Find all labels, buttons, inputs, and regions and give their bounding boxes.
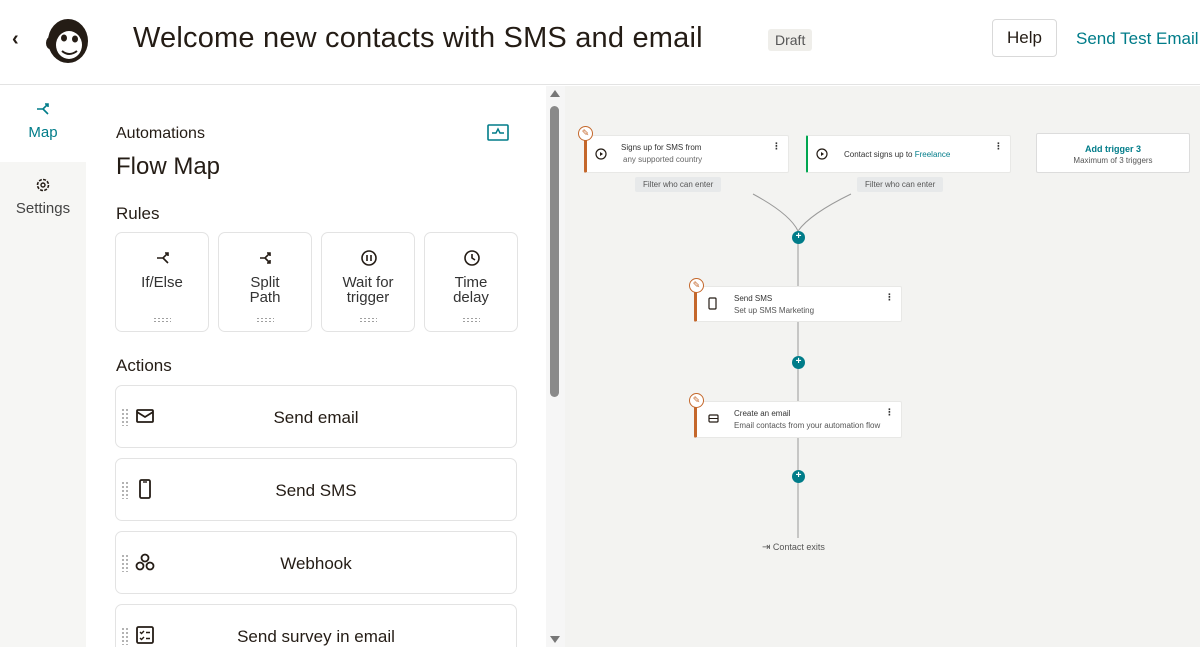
- scroll-down-arrow-icon[interactable]: [550, 636, 560, 643]
- step-card-create-email[interactable]: Create an email Email contacts from your…: [694, 401, 902, 438]
- filter-who-can-enter-button[interactable]: Filter who can enter: [635, 177, 722, 192]
- drag-handle-icon[interactable]: [462, 317, 480, 323]
- flow-canvas[interactable]: Signs up for SMS from any supported coun…: [565, 86, 1200, 647]
- back-chevron-icon[interactable]: ‹: [12, 28, 19, 51]
- clock-icon: [464, 250, 480, 266]
- action-webhook[interactable]: Webhook: [115, 531, 517, 594]
- mailchimp-logo[interactable]: [42, 15, 92, 65]
- more-options-icon[interactable]: ⋮: [885, 292, 894, 303]
- trigger-prefix: Contact signs up to: [844, 150, 913, 159]
- drag-handle-icon[interactable]: [256, 317, 274, 323]
- add-step-button[interactable]: +: [792, 356, 805, 369]
- action-label: Send email: [273, 408, 359, 427]
- gear-icon: [36, 178, 50, 192]
- nav-item-map[interactable]: Map: [0, 86, 86, 162]
- action-label: Send survey in email: [237, 627, 395, 646]
- trigger-line-2: any supported country: [623, 155, 703, 164]
- action-send-survey[interactable]: Send survey in email: [115, 604, 517, 647]
- more-options-icon[interactable]: ⋮: [994, 141, 1003, 152]
- contact-exits-label: ⇥ Contact exits: [762, 542, 825, 553]
- add-step-button[interactable]: +: [792, 231, 805, 244]
- rule-if-else[interactable]: If/Else: [115, 232, 209, 332]
- step-title: Send SMS: [734, 294, 773, 303]
- add-trigger-subtitle: Maximum of 3 triggers: [1073, 156, 1153, 165]
- split-icon: [260, 252, 271, 264]
- audience-link[interactable]: Freelance: [915, 150, 951, 159]
- step-subtitle: Email contacts from your automation flow: [734, 421, 881, 430]
- action-send-sms[interactable]: Send SMS: [115, 458, 517, 521]
- scroll-up-arrow-icon[interactable]: [550, 90, 560, 97]
- step-title: Create an email: [734, 409, 791, 418]
- warning-pencil-icon[interactable]: ✎: [578, 126, 593, 141]
- rules-heading: Rules: [116, 204, 160, 223]
- panel-scrollbar[interactable]: [546, 86, 565, 647]
- more-options-icon[interactable]: ⋮: [885, 407, 894, 418]
- pause-icon: [361, 250, 377, 266]
- nav-item-label: Settings: [15, 200, 71, 217]
- envelope-icon: [708, 414, 719, 423]
- branch-icon: [37, 103, 49, 115]
- action-label: Webhook: [280, 554, 352, 573]
- actions-heading: Actions: [116, 356, 172, 375]
- more-options-icon[interactable]: ⋮: [772, 141, 781, 152]
- nav-item-settings[interactable]: Settings: [0, 174, 86, 217]
- breadcrumb[interactable]: Automations: [116, 125, 205, 143]
- send-test-email-button[interactable]: Send Test Email: [1076, 29, 1199, 49]
- branch-icon: [157, 252, 169, 264]
- trigger-card-sms[interactable]: Signs up for SMS from any supported coun…: [584, 135, 789, 173]
- exit-icon: ⇥: [762, 542, 771, 553]
- rule-label: Wait for trigger: [342, 274, 394, 306]
- filter-who-can-enter-button[interactable]: Filter who can enter: [857, 177, 944, 192]
- step-subtitle: Set up SMS Marketing: [734, 306, 815, 315]
- phone-icon: [708, 297, 717, 310]
- help-button[interactable]: Help: [992, 19, 1057, 57]
- rule-split-path[interactable]: Split Path: [218, 232, 312, 332]
- nav-item-label: Map: [28, 124, 58, 141]
- rule-label: Time delay: [453, 274, 489, 306]
- page-title: Welcome new contacts with SMS and email: [133, 22, 703, 54]
- map-view-icon[interactable]: [487, 124, 509, 141]
- play-icon: [816, 148, 828, 160]
- warning-pencil-icon[interactable]: ✎: [689, 393, 704, 408]
- left-nav: Map Settings: [0, 86, 86, 647]
- step-card-send-sms[interactable]: Send SMS Set up SMS Marketing ⋮: [694, 286, 902, 322]
- rule-wait-for-trigger[interactable]: Wait for trigger: [321, 232, 415, 332]
- rule-label: Split Path: [249, 274, 281, 306]
- top-bar: ‹ Welcome new contacts with SMS and emai…: [0, 0, 1200, 85]
- trigger-line-1: Signs up for SMS from: [621, 143, 702, 152]
- action-send-email[interactable]: Send email: [115, 385, 517, 448]
- rule-label: If/Else: [141, 274, 183, 291]
- scrollbar-thumb[interactable]: [550, 106, 559, 397]
- action-label: Send SMS: [275, 481, 357, 500]
- drag-handle-icon[interactable]: [153, 317, 171, 323]
- panel-title: Flow Map: [116, 153, 221, 180]
- warning-pencil-icon[interactable]: ✎: [689, 278, 704, 293]
- trigger-text: Contact signs up to Freelance: [844, 149, 950, 161]
- play-icon: [595, 148, 607, 160]
- drag-handle-icon[interactable]: [359, 317, 377, 323]
- add-step-button[interactable]: +: [792, 470, 805, 483]
- trigger-card-signup[interactable]: Contact signs up to Freelance ⋮: [806, 135, 1011, 173]
- add-trigger-title: Add trigger 3: [1084, 144, 1141, 154]
- status-badge: Draft: [768, 29, 813, 51]
- flow-panel: Automations Flow Map Rules If/Else Split…: [86, 86, 546, 647]
- rule-time-delay[interactable]: Time delay: [424, 232, 518, 332]
- add-trigger-card[interactable]: Add trigger 3 Maximum of 3 triggers: [1036, 133, 1190, 173]
- exit-text: Contact exits: [772, 542, 825, 552]
